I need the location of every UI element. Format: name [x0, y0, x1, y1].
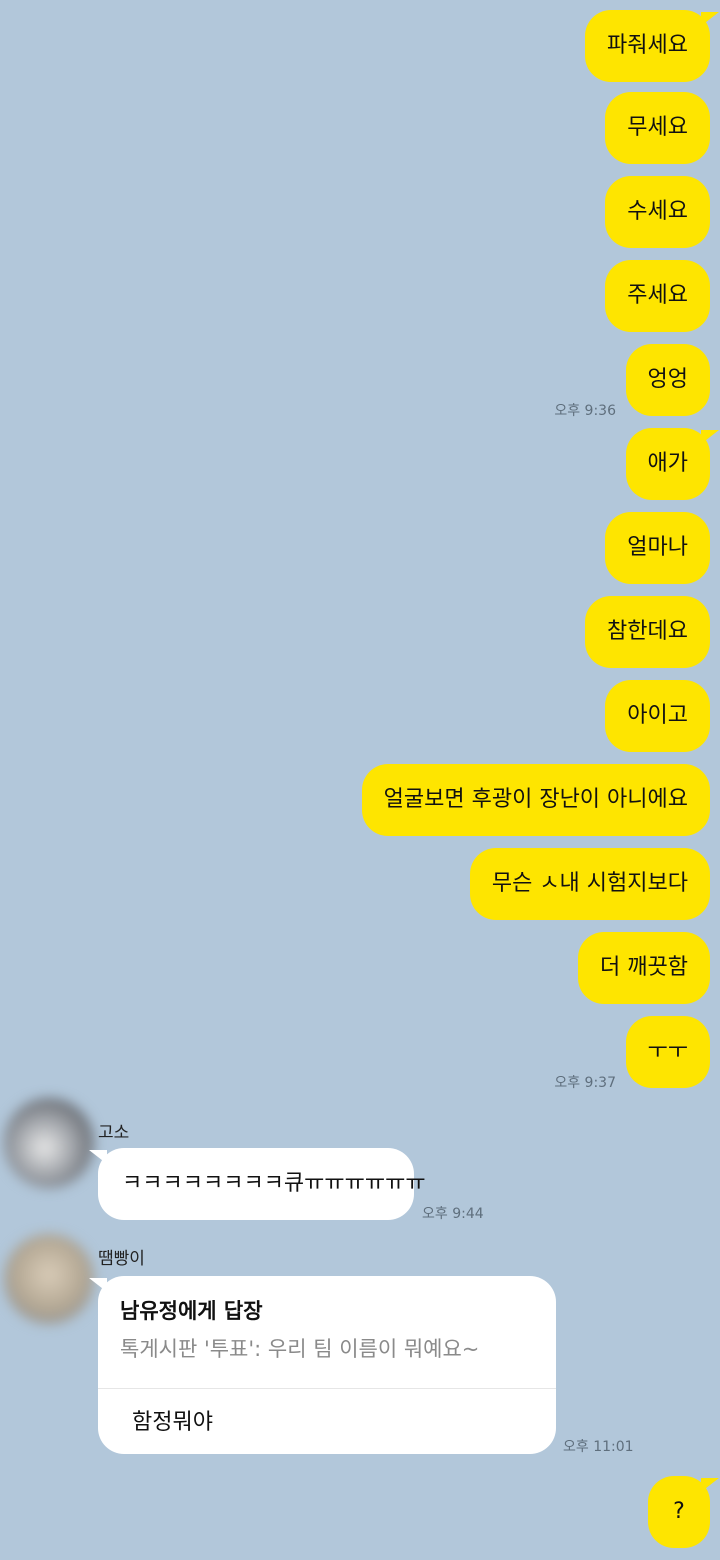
sender-name: 고소 [98, 1123, 130, 1143]
message-text: 무세요 [627, 115, 688, 140]
message-text: ㅋㅋㅋㅋㅋㅋㅋㅋ큐ㅠㅠㅠㅠㅠㅠ [122, 1171, 426, 1196]
my-message-bubble[interactable]: 얼마나 [605, 512, 710, 584]
my-message-bubble[interactable]: 애가 [625, 428, 720, 500]
my-message-bubble[interactable]: 수세요 [605, 176, 710, 248]
message-text: 수세요 [627, 199, 688, 224]
friend-message-bubble[interactable]: ㅋㅋㅋㅋㅋㅋㅋㅋ큐ㅠㅠㅠㅠㅠㅠ [89, 1148, 426, 1220]
message-text: ? [673, 1499, 685, 1524]
message-text: 참한데요 [607, 619, 688, 644]
my-message-bubble[interactable]: 엉엉 [625, 344, 710, 416]
friend-avatar[interactable] [4, 1234, 94, 1324]
sender-name: 땜빵이 [98, 1249, 145, 1269]
reply-message-bubble[interactable]: 남유정에게 답장 톡게시판 '투표': 우리 팀 이름이 뭐예요~ 함정뭐야 [89, 1276, 556, 1454]
timestamp: 오후 9:44 [422, 1206, 484, 1222]
message-text: 얼굴보면 후광이 장난이 아니에요 [383, 787, 688, 812]
my-message-bubble[interactable]: 더 깨끗함 [578, 932, 710, 1004]
my-message-bubble[interactable]: 무세요 [605, 92, 710, 164]
message-text: 애가 [647, 451, 688, 476]
message-text: 주세요 [627, 283, 688, 308]
chat-screen: { "my_messages": [ "파줘세요", "무세요", "수세요",… [0, 0, 720, 1560]
message-text: 무슨 ㅅ내 시험지보다 [491, 871, 688, 896]
my-message-bubble[interactable]: ㅜㅜ [625, 1016, 710, 1088]
message-text: 엉엉 [647, 367, 688, 392]
my-message-bubble[interactable]: 얼굴보면 후광이 장난이 아니에요 [361, 764, 710, 836]
message-text: 아이고 [627, 703, 688, 728]
my-message-bubble[interactable]: 참한데요 [585, 596, 710, 668]
message-text: 더 깨끗함 [600, 955, 688, 980]
my-message-bubble[interactable]: 주세요 [605, 260, 710, 332]
timestamp: 오후 9:37 [554, 1075, 616, 1091]
quoted-message[interactable]: 톡게시판 '투표': 우리 팀 이름이 뭐예요~ [120, 1336, 479, 1362]
my-message-bubble[interactable]: 파줘세요 [585, 10, 719, 82]
my-message-bubble[interactable]: ? [648, 1476, 719, 1548]
my-message-bubble[interactable]: 아이고 [605, 680, 710, 752]
friend-avatar[interactable] [4, 1098, 94, 1188]
message-text: 함정뭐야 [132, 1410, 213, 1435]
reply-divider [98, 1388, 556, 1389]
timestamp: 오후 9:36 [554, 403, 616, 419]
message-text: ㅜㅜ [647, 1039, 688, 1064]
reply-to-label: 남유정에게 답장 [120, 1299, 263, 1323]
my-message-bubble[interactable]: 무슨 ㅅ내 시험지보다 [469, 848, 710, 920]
timestamp: 오후 11:01 [563, 1439, 634, 1455]
message-text: 파줘세요 [607, 33, 688, 58]
message-text: 얼마나 [627, 535, 688, 560]
